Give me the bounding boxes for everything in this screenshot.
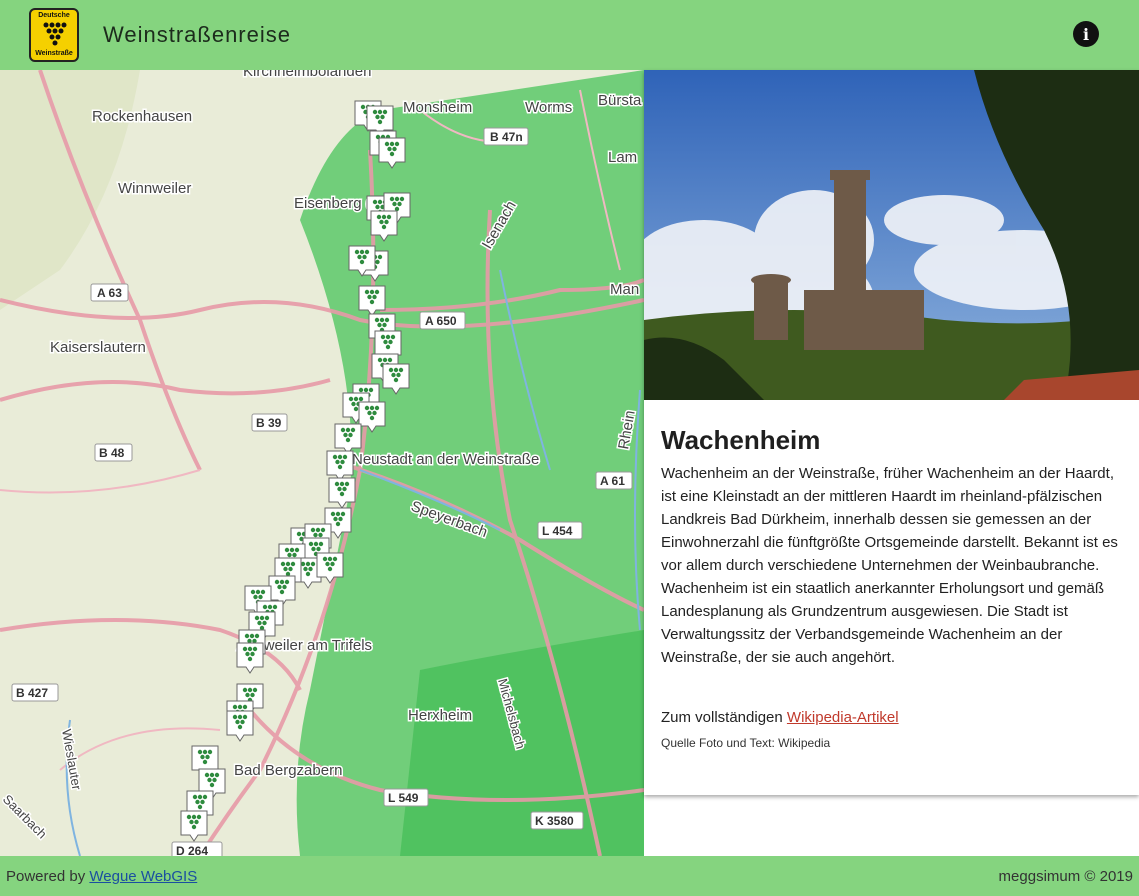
place-photo (644, 70, 1139, 400)
svg-text:K 3580: K 3580 (535, 814, 574, 828)
app-header: Deutsche Weinstraße Weinstraßenreise i (0, 0, 1139, 70)
grape-logo-icon (43, 22, 67, 46)
shield-b39: B 39 (251, 413, 288, 432)
wikipedia-link[interactable]: Wikipedia-Artikel (787, 709, 899, 726)
label-lam: Lam (608, 149, 637, 166)
info-icon[interactable]: i (1073, 21, 1099, 47)
shield-b47n: B 47n (483, 127, 529, 146)
wine-town-marker[interactable] (326, 450, 354, 482)
svg-text:D 264: D 264 (176, 844, 208, 856)
more-prefix: Zum vollständigen (661, 709, 787, 726)
deutsche-weinstrasse-logo[interactable]: Deutsche Weinstraße (29, 8, 79, 62)
logo-text-bottom: Weinstraße (35, 50, 73, 57)
label-kaiserslautern: Kaiserslautern (50, 339, 146, 356)
copyright: meggsimum © 2019 (998, 868, 1133, 885)
logo-text-top: Deutsche (38, 12, 70, 19)
label-man: Man (610, 281, 639, 298)
shield-l454: L 454 (537, 521, 583, 540)
label-monsheim: Monsheim (403, 99, 472, 116)
label-kirchheimbolanden: Kirchheimbolanden (243, 70, 371, 80)
svg-text:A 63: A 63 (97, 286, 122, 300)
map-view[interactable]: Kirchheimbolanden Rockenhausen Monsheim … (0, 70, 644, 856)
shield-b48: B 48 (94, 443, 133, 462)
svg-text:B 427: B 427 (16, 686, 48, 700)
shield-b427: B 427 (11, 683, 59, 702)
info-panel: Wachenheim Wachenheim an der Weinstraße,… (644, 70, 1139, 795)
label-neustadt: Neustadt an der Weinstraße (352, 451, 539, 468)
label-herxheim: Herxheim (408, 707, 472, 724)
svg-text:B 48: B 48 (99, 446, 125, 460)
shield-k3580: K 3580 (530, 811, 584, 830)
label-wieslauter: Wieslauter (59, 728, 85, 792)
app-title: Weinstraßenreise (103, 22, 291, 47)
label-rockenhausen: Rockenhausen (92, 108, 192, 125)
svg-text:L 549: L 549 (388, 791, 419, 805)
shield-a650: A 650 (419, 311, 466, 330)
label-buerstadt: Bürsta (598, 92, 642, 109)
wegue-link[interactable]: Wegue WebGIS (89, 868, 197, 885)
svg-text:A 650: A 650 (425, 314, 457, 328)
place-description: Wachenheim an der Weinstraße, früher Wac… (661, 465, 1118, 666)
info-text: Wachenheim Wachenheim an der Weinstraße,… (661, 425, 1121, 750)
wine-town-marker[interactable] (180, 810, 208, 842)
app-footer: Powered by Wegue WebGIS meggsimum © 2019 (0, 856, 1139, 896)
shield-a61: A 61 (595, 471, 633, 490)
source-note: Quelle Foto und Text: Wikipedia (661, 736, 831, 750)
wine-town-marker[interactable] (236, 642, 264, 674)
more-info: Zum vollständigen Wikipedia-Artikel (661, 709, 1121, 726)
castle-photo (644, 70, 1139, 400)
map-canvas[interactable]: Kirchheimbolanden Rockenhausen Monsheim … (0, 70, 644, 856)
shield-l549: L 549 (383, 788, 429, 807)
powered-prefix: Powered by (6, 868, 90, 885)
label-saarbach: Saarbach (0, 792, 50, 842)
label-worms: Worms (525, 99, 572, 116)
label-winnweiler: Winnweiler (118, 180, 191, 197)
powered-by: Powered by Wegue WebGIS (6, 868, 197, 885)
wine-town-marker[interactable] (226, 710, 254, 742)
svg-text:B 47n: B 47n (490, 130, 523, 144)
label-bad-bergzabern: Bad Bergzabern (234, 762, 342, 779)
svg-text:A 61: A 61 (600, 474, 625, 488)
shield-a63: A 63 (90, 283, 129, 302)
svg-text:B 39: B 39 (256, 416, 282, 430)
shield-d264: D 264 (171, 841, 223, 856)
svg-text:L 454: L 454 (542, 524, 573, 538)
place-title: Wachenheim (661, 425, 821, 455)
